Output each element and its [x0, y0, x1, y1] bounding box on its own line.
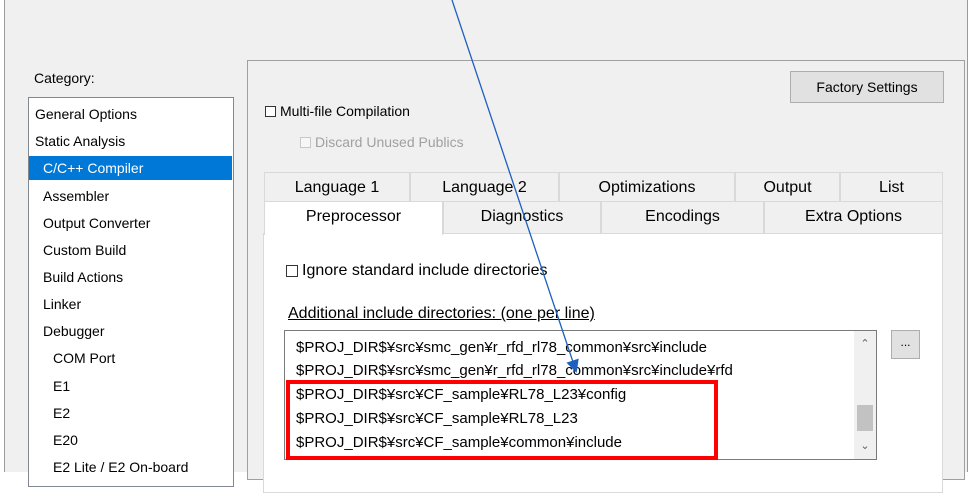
checkbox-icon — [265, 105, 276, 117]
category-item-com-port[interactable]: COM Port — [29, 346, 232, 370]
ignore-standard-include-label: Ignore standard include directories — [302, 262, 548, 279]
factory-settings-button[interactable]: Factory Settings — [790, 71, 944, 103]
category-item-linker[interactable]: Linker — [29, 292, 232, 316]
category-item-e2[interactable]: E2 — [29, 401, 232, 425]
tab-diagnostics[interactable]: Diagnostics — [443, 201, 601, 233]
category-item-static-analysis[interactable]: Static Analysis — [29, 129, 232, 153]
category-item-build-actions[interactable]: Build Actions — [29, 265, 232, 289]
category-item-custom-build[interactable]: Custom Build — [29, 238, 232, 262]
tab-preprocessor[interactable]: Preprocessor — [264, 201, 443, 235]
include-dir-line: $PROJ_DIR$¥src¥smc_gen¥r_rfd_rl78_common… — [296, 362, 733, 379]
vertical-scrollbar[interactable]: ⌃ ⌄ — [854, 331, 876, 459]
scroll-down-icon[interactable]: ⌄ — [854, 437, 876, 455]
tab-language-2[interactable]: Language 2 — [410, 172, 559, 204]
include-dir-line: $PROJ_DIR$¥src¥smc_gen¥r_rfd_rl78_common… — [296, 339, 708, 356]
tab-encodings[interactable]: Encodings — [601, 201, 764, 233]
checkbox-icon — [300, 136, 311, 148]
scroll-up-icon[interactable]: ⌃ — [854, 335, 876, 353]
tab-list[interactable]: List — [840, 172, 943, 204]
include-dir-line: $PROJ_DIR$¥src¥CF_sample¥RL78_L23 — [296, 410, 578, 427]
category-item-e20[interactable]: E20 — [29, 428, 232, 452]
discard-unused-publics-checkbox: Discard Unused Publics — [300, 134, 464, 150]
category-label: Category: — [34, 70, 95, 86]
browse-directories-button[interactable]: ... — [891, 330, 920, 359]
multi-file-compilation-label: Multi-file Compilation — [280, 103, 410, 119]
category-item-e1[interactable]: E1 — [29, 374, 232, 398]
category-item-general-options[interactable]: General Options — [29, 102, 232, 126]
category-item-e2-lite[interactable]: E2 Lite / E2 On-board — [29, 455, 232, 479]
category-item-c-cpp-compiler[interactable]: C/C++ Compiler — [29, 156, 232, 180]
additional-include-label: Additional include directories: (one per… — [288, 305, 595, 322]
include-dir-line: $PROJ_DIR$¥src¥CF_sample¥RL78_L23¥config — [296, 386, 627, 403]
category-item-assembler[interactable]: Assembler — [29, 184, 232, 208]
category-item-debugger[interactable]: Debugger — [29, 319, 232, 343]
scroll-thumb[interactable] — [857, 405, 873, 431]
include-directories-textbox[interactable]: $PROJ_DIR$¥src¥smc_gen¥r_rfd_rl78_common… — [284, 330, 877, 460]
checkbox-icon — [286, 265, 298, 277]
category-item-output-converter[interactable]: Output Converter — [29, 211, 232, 235]
tab-language-1[interactable]: Language 1 — [264, 172, 410, 204]
tab-extra-options[interactable]: Extra Options — [764, 201, 943, 233]
include-dir-line: $PROJ_DIR$¥src¥CF_sample¥common¥include — [296, 434, 622, 451]
tab-optimizations[interactable]: Optimizations — [559, 172, 735, 204]
category-list[interactable]: General Options Static Analysis C/C++ Co… — [28, 97, 234, 487]
tab-output[interactable]: Output — [735, 172, 840, 204]
ignore-standard-include-checkbox[interactable]: Ignore standard include directories — [286, 262, 547, 280]
multi-file-compilation-checkbox[interactable]: Multi-file Compilation — [265, 103, 410, 119]
discard-unused-publics-label: Discard Unused Publics — [315, 134, 464, 150]
